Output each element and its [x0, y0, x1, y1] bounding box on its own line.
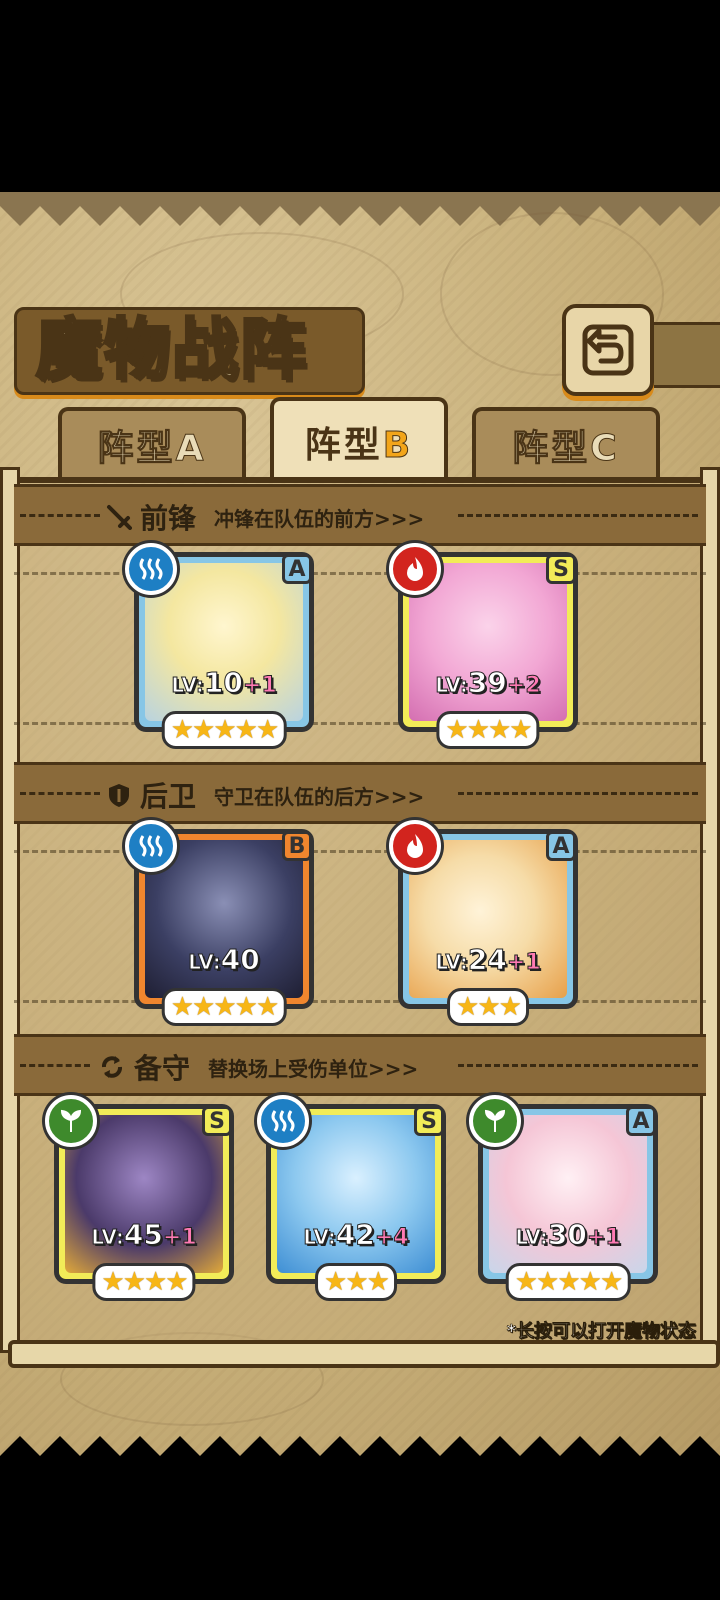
back-button[interactable]: [562, 304, 654, 396]
section-header-reserve: 备守 替换场上受伤单位>>>: [14, 1034, 706, 1096]
monster-card[interactable]: A LV:10+1 ★★★★★: [125, 543, 314, 749]
tab-letter: B: [382, 425, 414, 467]
long-press-hint: *长按可以打开魔物状态: [506, 1321, 696, 1343]
page-title: 魔物战阵: [35, 309, 308, 390]
level-label: LV:42+4: [303, 1218, 409, 1252]
level-label: LV:24+1: [435, 943, 541, 977]
tab-label: 阵型: [512, 428, 591, 470]
frame-rail-left: [0, 467, 20, 1353]
section-subtitle: 守卫在队伍的后方>>>: [214, 784, 425, 809]
formation-panel: 魔物战阵 阵型A 阵型B 阵型C 前锋 冲锋在队伍的前方>>> 后卫 守卫在队伍…: [0, 192, 720, 1470]
tab-letter: C: [590, 428, 620, 470]
section-subtitle: 替换场上受伤单位>>>: [208, 1056, 419, 1081]
row-guide: [14, 850, 706, 853]
water-element-icon: [125, 543, 177, 595]
section-title: 后卫: [140, 780, 197, 813]
frame-rail-right: [700, 467, 720, 1353]
frame-bottom-bar: [8, 1340, 720, 1368]
level-label: LV:39+2: [435, 666, 541, 700]
monster-card[interactable]: S LV:39+2 ★★★★: [389, 543, 578, 749]
section-title: 前锋: [140, 502, 197, 535]
tab-label: 阵型: [304, 425, 383, 466]
section-subtitle: 冲锋在队伍的前方>>>: [214, 506, 425, 531]
tab-formation-c[interactable]: 阵型C: [472, 407, 660, 479]
star-rating: ★★★★★: [505, 1263, 631, 1301]
monster-card[interactable]: B LV:40 ★★★★★: [125, 820, 314, 1026]
level-label: LV:30+1: [515, 1218, 621, 1252]
row-guide: [14, 722, 706, 725]
sword-icon: [107, 505, 132, 530]
star-rating: ★★★: [315, 1263, 397, 1301]
star-rating: ★★★: [447, 988, 529, 1026]
water-element-icon: [257, 1095, 309, 1147]
rank-badge: S: [414, 1106, 444, 1136]
shield-icon: [109, 784, 129, 807]
star-rating: ★★★★: [436, 711, 540, 749]
row-guide: [14, 1000, 706, 1003]
tab-label: 阵型: [97, 428, 176, 470]
rank-badge: B: [282, 831, 312, 861]
rank-badge: S: [202, 1106, 232, 1136]
return-arrow-icon: [582, 324, 634, 376]
monster-card[interactable]: S LV:42+4 ★★★: [257, 1095, 446, 1301]
level-label: LV:40: [188, 943, 261, 977]
level-label: LV:45+1: [91, 1218, 197, 1252]
fire-element-icon: [389, 543, 441, 595]
tab-formation-b[interactable]: 阵型B: [270, 397, 448, 483]
leaf-element-icon: [469, 1095, 521, 1147]
monster-card[interactable]: A LV:24+1 ★★★: [389, 820, 578, 1026]
star-rating: ★★★★: [92, 1263, 196, 1301]
section-title: 备守: [134, 1052, 191, 1085]
rank-badge: A: [546, 831, 576, 861]
rank-badge: S: [546, 554, 576, 584]
torn-edge-top: [0, 192, 720, 226]
swap-icon: [102, 1056, 122, 1078]
tab-letter: A: [175, 428, 207, 470]
level-label: LV:10+1: [171, 666, 277, 700]
rank-badge: A: [626, 1106, 656, 1136]
star-rating: ★★★★★: [161, 711, 287, 749]
section-header-front: 前锋 冲锋在队伍的前方>>>: [14, 484, 706, 546]
fire-element-icon: [389, 820, 441, 872]
torn-edge-bottom: [0, 1436, 720, 1470]
star-rating: ★★★★★: [161, 988, 287, 1026]
row-guide: [14, 572, 706, 575]
monster-card[interactable]: A LV:30+1 ★★★★★: [469, 1095, 658, 1301]
monster-card[interactable]: S LV:45+1 ★★★★: [45, 1095, 234, 1301]
leaf-element-icon: [45, 1095, 97, 1147]
water-element-icon: [125, 820, 177, 872]
section-header-back: 后卫 守卫在队伍的后方>>>: [14, 762, 706, 824]
tab-formation-a[interactable]: 阵型A: [58, 407, 246, 479]
rank-badge: A: [282, 554, 312, 584]
